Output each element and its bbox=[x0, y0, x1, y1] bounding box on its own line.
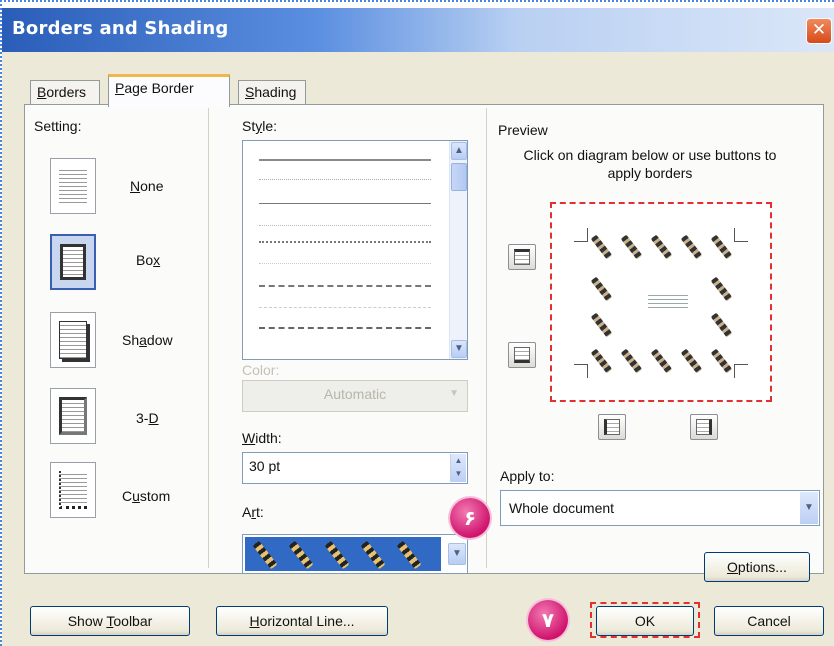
apply-to-value: Whole document bbox=[509, 500, 615, 516]
preview-help-text: Click on diagram below or use buttons to… bbox=[523, 147, 777, 181]
top-border-icon[interactable] bbox=[508, 244, 536, 270]
cancel-button[interactable]: Cancel bbox=[714, 606, 824, 636]
setting-3d-icon[interactable] bbox=[50, 388, 96, 444]
divider bbox=[208, 108, 209, 568]
close-icon: ✕ bbox=[811, 20, 827, 40]
options-button[interactable]: Options... bbox=[704, 552, 810, 582]
width-value: 30 pt bbox=[249, 458, 281, 474]
color-dropdown[interactable]: Automatic ▼ bbox=[242, 380, 468, 412]
tab-borders[interactable]: Borders bbox=[30, 80, 100, 106]
preview-diagram[interactable] bbox=[550, 202, 772, 402]
dropdown-arrow-icon[interactable]: ▼ bbox=[448, 543, 466, 565]
setting-shadow-label[interactable]: Shadow bbox=[122, 332, 173, 348]
divider bbox=[486, 108, 487, 568]
scroll-down-icon[interactable]: ▼ bbox=[451, 340, 467, 358]
setting-custom-icon[interactable] bbox=[50, 462, 96, 518]
setting-box-icon[interactable] bbox=[50, 234, 96, 290]
apply-to-dropdown[interactable]: Whole document ▼ bbox=[500, 490, 820, 526]
annotation-badge-art: ۶ bbox=[450, 498, 490, 538]
style-option[interactable] bbox=[259, 241, 431, 243]
art-selection bbox=[245, 537, 441, 571]
title-bar: Borders and Shading ✕ bbox=[2, 8, 834, 52]
width-label: Width: bbox=[242, 430, 282, 446]
tab-page-border-label: age Border bbox=[124, 80, 194, 96]
left-border-icon[interactable] bbox=[598, 414, 626, 440]
tab-page-border-mnemonic: P bbox=[115, 80, 125, 96]
tab-shading-label: hading bbox=[254, 84, 297, 100]
right-border-icon[interactable] bbox=[690, 414, 718, 440]
dropdown-arrow-icon[interactable]: ▼ bbox=[800, 492, 818, 524]
scroll-thumb[interactable] bbox=[451, 163, 467, 191]
color-value: Automatic bbox=[323, 386, 387, 402]
setting-box-label[interactable]: Box bbox=[136, 252, 160, 268]
window-title: Borders and Shading bbox=[12, 18, 229, 39]
style-option[interactable] bbox=[259, 159, 431, 161]
spin-icon[interactable]: ▲ ▼ bbox=[450, 454, 466, 482]
width-field[interactable]: 30 pt ▲ ▼ bbox=[242, 452, 468, 484]
setting-none-label[interactable]: None bbox=[130, 178, 163, 194]
setting-label: Setting: bbox=[34, 118, 82, 134]
setting-custom-label[interactable]: Custom bbox=[122, 488, 170, 504]
color-label: Color: bbox=[242, 362, 280, 378]
style-option[interactable] bbox=[259, 203, 431, 204]
close-button[interactable]: ✕ bbox=[806, 18, 832, 44]
preview-label: Preview bbox=[498, 122, 548, 138]
style-list[interactable]: ▲ ▼ bbox=[242, 140, 468, 360]
setting-3d-label[interactable]: 3-D bbox=[136, 410, 159, 426]
scroll-up-icon[interactable]: ▲ bbox=[451, 142, 467, 160]
tab-borders-mnemonic: B bbox=[37, 84, 47, 100]
tab-page-border[interactable]: Page Border bbox=[108, 74, 230, 107]
style-option[interactable] bbox=[259, 225, 431, 226]
tab-borders-label: orders bbox=[46, 84, 87, 100]
style-scrollbar[interactable]: ▲ ▼ bbox=[449, 141, 467, 359]
dropdown-arrow-icon: ▼ bbox=[449, 388, 459, 399]
style-option[interactable] bbox=[259, 327, 431, 329]
style-option[interactable] bbox=[259, 263, 431, 264]
annotation-badge-ok: ۷ bbox=[528, 600, 568, 640]
bottom-border-icon[interactable] bbox=[508, 342, 536, 368]
tab-shading[interactable]: Shading bbox=[238, 80, 306, 106]
setting-shadow-icon[interactable] bbox=[50, 312, 96, 368]
style-label: Style: bbox=[242, 118, 278, 134]
tab-shading-mnemonic: S bbox=[245, 84, 255, 100]
style-option[interactable] bbox=[259, 307, 431, 308]
apply-to-label: Apply to: bbox=[500, 468, 555, 484]
horizontal-line-button[interactable]: Horizontal Line... bbox=[216, 606, 388, 636]
preview-text bbox=[648, 292, 688, 308]
art-label: Art: bbox=[242, 504, 264, 520]
art-dropdown[interactable]: ▼ bbox=[242, 534, 468, 574]
style-option[interactable] bbox=[259, 285, 431, 287]
ok-button[interactable]: OK bbox=[596, 606, 694, 636]
setting-none-icon[interactable] bbox=[50, 158, 96, 214]
style-option[interactable] bbox=[259, 179, 431, 180]
show-toolbar-button[interactable]: Show Toolbar bbox=[30, 606, 190, 636]
